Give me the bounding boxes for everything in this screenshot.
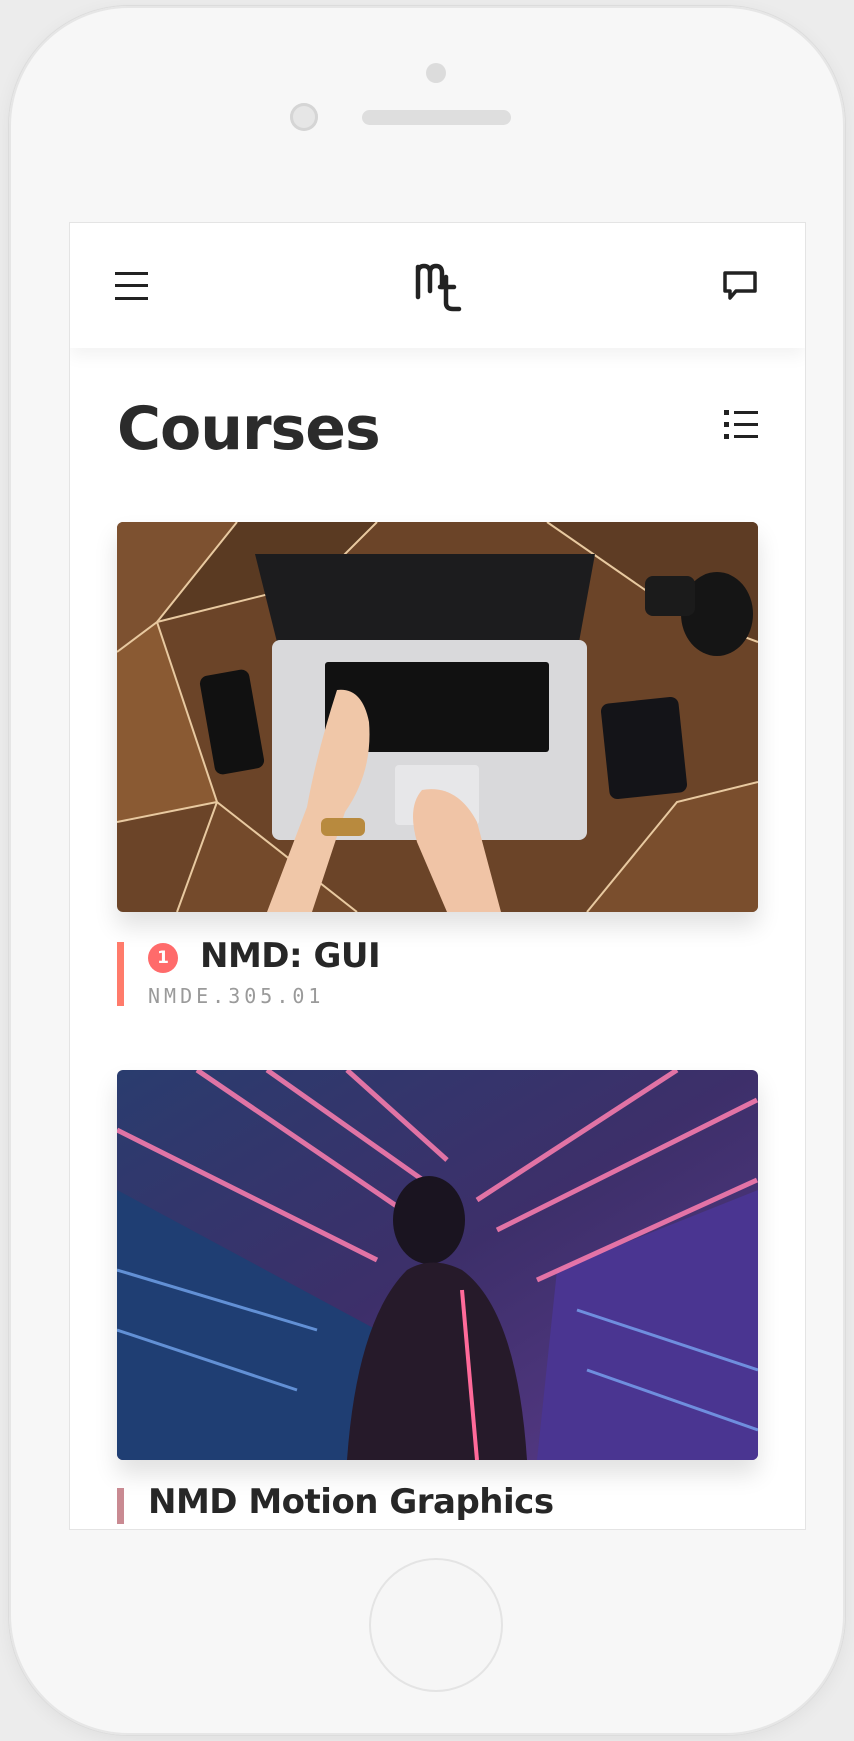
hamburger-icon[interactable] (115, 269, 148, 303)
courses-content: Courses 1 NMD: GUI NMDE.305.01 NMD Motio… (70, 348, 805, 1529)
proximity-sensor (426, 63, 446, 83)
earpiece-speaker (362, 110, 511, 125)
page-title: Courses (117, 394, 381, 464)
app-screen: Courses 1 NMD: GUI NMDE.305.01 NMD Motio… (70, 223, 805, 1529)
course-code: NMDE.305.01 (148, 984, 325, 1008)
logo[interactable] (412, 257, 464, 313)
course-card-image[interactable] (117, 1070, 758, 1460)
neon-figure-photo (117, 1070, 758, 1460)
course-accent-bar (117, 1488, 124, 1524)
app-header (70, 223, 805, 348)
front-camera (290, 103, 318, 131)
course-accent-bar (117, 942, 124, 1006)
course-title[interactable]: NMD Motion Graphics (148, 1482, 554, 1522)
notification-badge: 1 (148, 943, 178, 973)
course-card-image[interactable] (117, 522, 758, 912)
course-title[interactable]: NMD: GUI (200, 936, 381, 976)
home-button[interactable] (369, 1558, 503, 1692)
laptop-desk-photo (117, 522, 758, 912)
phone-frame: Courses 1 NMD: GUI NMDE.305.01 NMD Motio… (9, 6, 845, 1735)
mc-logo-icon (415, 263, 462, 312)
chat-bubble-icon[interactable] (722, 269, 758, 303)
list-view-icon[interactable] (724, 408, 758, 442)
